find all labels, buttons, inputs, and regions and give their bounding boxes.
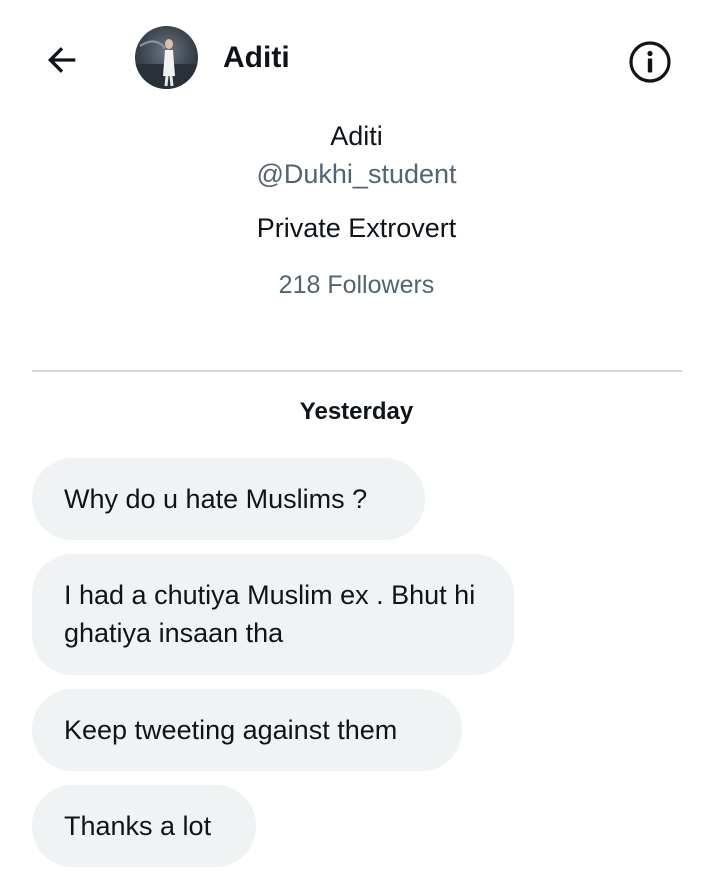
info-icon bbox=[629, 41, 671, 83]
divider bbox=[32, 370, 682, 372]
conversation-header: Aditi bbox=[0, 0, 713, 118]
message-text: Why do u hate Muslims ? bbox=[64, 484, 368, 514]
avatar[interactable] bbox=[135, 26, 198, 89]
profile-followers[interactable]: 218 Followers bbox=[0, 270, 713, 300]
profile-summary: Aditi @Dukhi_student Private Extrovert 2… bbox=[0, 118, 713, 300]
header-title[interactable]: Aditi bbox=[223, 40, 290, 76]
arrow-left-icon bbox=[47, 47, 76, 73]
date-separator: Yesterday bbox=[299, 398, 414, 425]
profile-name[interactable]: Aditi bbox=[0, 120, 713, 152]
message-bubble[interactable]: Thanks a lot bbox=[32, 785, 256, 867]
message-bubble[interactable]: I had a chutiya Muslim ex . Bhut hi ghat… bbox=[32, 554, 514, 675]
info-button[interactable] bbox=[624, 36, 676, 88]
profile-bio: Private Extrovert bbox=[256, 213, 457, 243]
message-text: I had a chutiya Muslim ex . Bhut hi ghat… bbox=[64, 580, 476, 648]
message-text: Keep tweeting against them bbox=[64, 715, 398, 745]
avatar-image bbox=[135, 39, 198, 89]
message-text: Thanks a lot bbox=[64, 811, 212, 841]
message-bubble[interactable]: Why do u hate Muslims ? bbox=[32, 458, 425, 540]
profile-handle[interactable]: @Dukhi_student bbox=[0, 158, 713, 190]
message-bubble[interactable]: Keep tweeting against them bbox=[32, 689, 462, 771]
back-button[interactable] bbox=[40, 38, 84, 82]
